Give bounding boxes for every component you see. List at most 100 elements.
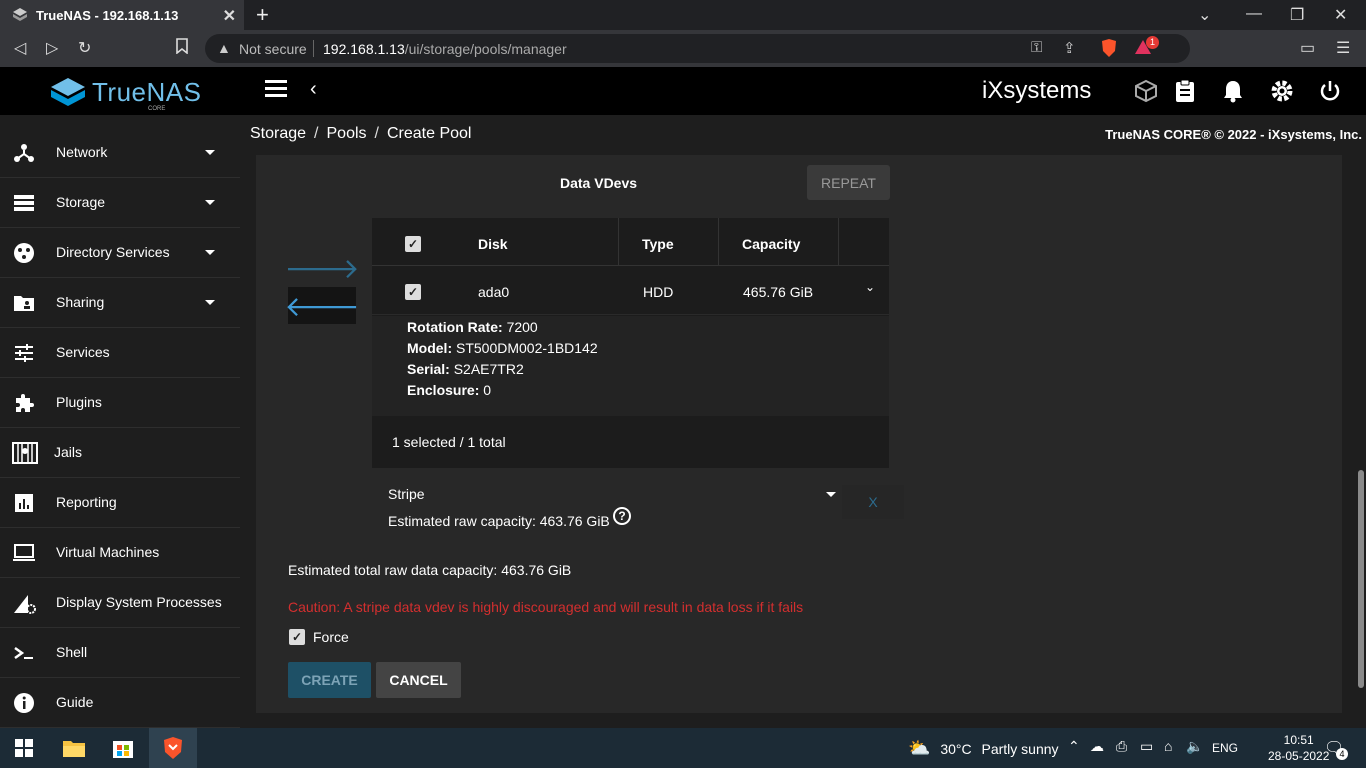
share-icon[interactable]: ⇪: [1063, 39, 1076, 57]
tab-search-icon[interactable]: ⌄: [1198, 5, 1211, 25]
brave-shield-icon[interactable]: [1100, 38, 1118, 63]
browser-tab[interactable]: TrueNAS - 192.168.1.13 ✕: [0, 0, 244, 30]
key-icon[interactable]: ⚿: [1031, 39, 1042, 56]
sidebar-item-sharing[interactable]: Sharing: [0, 278, 240, 328]
scrollbar[interactable]: [1358, 155, 1366, 728]
onedrive-icon[interactable]: ☁: [1090, 738, 1104, 755]
language-indicator[interactable]: ENG: [1212, 741, 1238, 755]
sidebar-item-storage[interactable]: Storage: [0, 178, 240, 228]
network-status-icon[interactable]: ⌂: [1164, 738, 1172, 754]
sidebar-item-label: Reporting: [56, 494, 117, 510]
battery-icon[interactable]: ▭: [1140, 738, 1153, 755]
reload-icon[interactable]: ↻: [78, 38, 91, 58]
arrow-left-icon[interactable]: 🡐: [284, 287, 360, 324]
repeat-button[interactable]: REPEAT: [807, 165, 890, 200]
force-checkbox[interactable]: ✓: [289, 629, 305, 645]
sidebar-item-label: Services: [56, 344, 110, 360]
wallet-icon[interactable]: ▭: [1300, 38, 1315, 58]
sidebar-item-system-processes[interactable]: Display System Processes: [0, 578, 240, 628]
estimated-raw-capacity: Estimated raw capacity: 463.76 GiB: [388, 513, 610, 529]
chevron-down-icon[interactable]: ⌄: [865, 280, 875, 294]
sidebar-item-label: Guide: [56, 694, 94, 710]
column-disk[interactable]: Disk: [478, 236, 508, 252]
sidebar-item-network[interactable]: Network: [0, 128, 240, 178]
caution-message: Caution: A stripe data vdev is highly di…: [288, 599, 804, 615]
force-label[interactable]: Force: [313, 629, 349, 645]
windows-start-icon[interactable]: [0, 728, 48, 768]
selection-count: 1 selected / 1 total: [392, 434, 506, 450]
sidebar-item-reporting[interactable]: Reporting: [0, 478, 240, 528]
new-tab-icon[interactable]: +: [256, 2, 269, 28]
sidebar-item-virtual-machines[interactable]: Virtual Machines: [0, 528, 240, 578]
breadcrumb-storage[interactable]: Storage: [250, 125, 306, 142]
disk-capacity: 465.76 GiB: [743, 284, 814, 300]
table-footer: 1 selected / 1 total: [372, 417, 889, 468]
cancel-button[interactable]: CANCEL: [376, 662, 461, 698]
plugins-icon: [12, 391, 36, 415]
minimize-icon[interactable]: —: [1246, 5, 1262, 23]
row-checkbox[interactable]: ✓: [405, 284, 421, 300]
sidebar-item-label: Storage: [56, 194, 106, 210]
url-field[interactable]: ▲ Not secure 192.168.1.13/ui/storage/poo…: [205, 34, 1190, 63]
power-icon[interactable]: [1318, 79, 1342, 103]
clock[interactable]: 10:51 28-05-2022: [1268, 732, 1329, 764]
sidebar: Network Storage Directory Services Shari…: [0, 115, 240, 728]
remove-vdev-button[interactable]: X: [842, 485, 904, 519]
scrollbar-thumb[interactable]: [1358, 470, 1364, 688]
ixsystems-logo[interactable]: iXsystems: [982, 77, 1091, 105]
detail-serial: Serial: S2AE7TR2: [407, 361, 524, 377]
sidebar-item-jails[interactable]: Jails: [0, 428, 240, 478]
forward-icon[interactable]: ▷: [46, 38, 58, 58]
sidebar-item-guide[interactable]: Guide: [0, 678, 240, 728]
breadcrumb-pools[interactable]: Pools: [327, 125, 367, 142]
sidebar-item-directory-services[interactable]: Directory Services: [0, 228, 240, 278]
gear-icon[interactable]: [1270, 79, 1294, 103]
rewards-badge: 1: [1146, 36, 1159, 49]
sidebar-item-shell[interactable]: Shell: [0, 628, 240, 678]
security-label: Not secure: [239, 41, 307, 57]
clipboard-icon[interactable]: [1174, 79, 1198, 103]
estimated-total-capacity: Estimated total raw data capacity: 463.7…: [288, 562, 572, 578]
sidebar-item-label: Directory Services: [56, 244, 170, 260]
column-capacity[interactable]: Capacity: [742, 236, 800, 252]
close-tab-icon[interactable]: ✕: [223, 6, 236, 26]
hamburger-menu-icon[interactable]: [265, 80, 287, 98]
address-bar: ◁ ▷ ↻ ▲ Not secure 192.168.1.13/ui/stora…: [0, 30, 1366, 67]
chevron-left-icon[interactable]: ‹: [310, 78, 317, 101]
chevron-down-icon[interactable]: [826, 492, 836, 497]
back-icon[interactable]: ◁: [14, 38, 26, 58]
table-row[interactable]: ✓ ada0 HDD 465.76 GiB ⌄: [372, 267, 889, 315]
create-button[interactable]: CREATE: [288, 662, 371, 698]
restore-icon[interactable]: ❐: [1290, 5, 1304, 25]
brave-browser-icon[interactable]: [149, 728, 197, 768]
url-text: 192.168.1.13/ui/storage/pools/manager: [323, 41, 567, 57]
help-icon[interactable]: ?: [613, 507, 631, 525]
truenas-favicon-icon: [12, 7, 28, 23]
truecommand-icon[interactable]: [1134, 79, 1158, 103]
close-window-icon[interactable]: ✕: [1334, 5, 1347, 25]
arrow-right-icon[interactable]: 🡒: [284, 250, 359, 286]
menu-icon[interactable]: ☰: [1336, 38, 1350, 58]
sidebar-item-label: Network: [56, 144, 108, 160]
sidebar-item-services[interactable]: Services: [0, 328, 240, 378]
volume-icon[interactable]: 🔈: [1186, 738, 1203, 755]
weather-widget[interactable]: ⛅ 30°C Partly sunny: [908, 738, 1059, 759]
chevron-up-icon[interactable]: ⌃: [1068, 738, 1080, 755]
sidebar-item-plugins[interactable]: Plugins: [0, 378, 240, 428]
detail-enclosure: Enclosure: 0: [407, 382, 492, 398]
breadcrumb: Storage / Pools / Create Pool: [250, 125, 472, 142]
microsoft-store-icon[interactable]: [99, 728, 147, 768]
bookmark-icon[interactable]: [176, 38, 188, 59]
truenas-logo[interactable]: TrueNAS CORE: [48, 75, 208, 112]
meet-now-icon[interactable]: ⎙: [1116, 738, 1127, 755]
select-all-checkbox[interactable]: ✓: [405, 236, 421, 252]
column-type[interactable]: Type: [642, 236, 674, 252]
browser-tab-bar: TrueNAS - 192.168.1.13 ✕ + ⌄ — ❐ ✕: [0, 0, 1366, 30]
vdev-layout-select[interactable]: Stripe: [388, 486, 838, 506]
brand-name: TrueNAS: [92, 77, 202, 107]
time: 10:51: [1283, 733, 1314, 747]
bell-icon[interactable]: [1222, 79, 1246, 103]
shell-icon: [12, 641, 36, 665]
taskbar: ⛅ 30°C Partly sunny ⌃ ☁ ⎙ ▭ ⌂ 🔈 ENG 10:5…: [0, 728, 1366, 768]
file-explorer-icon[interactable]: [50, 728, 98, 768]
